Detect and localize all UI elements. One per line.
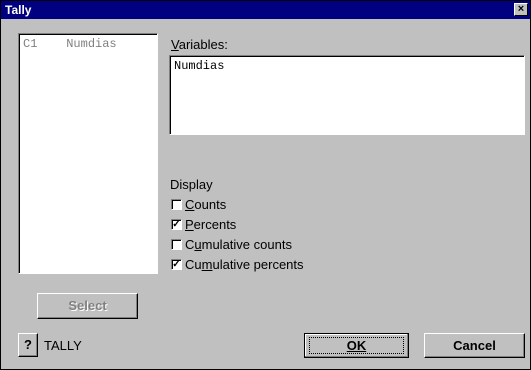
tally-dialog: Tally × C1 Numdias Variables: Numdias Di… bbox=[0, 0, 531, 370]
variables-value: Numdias bbox=[174, 59, 225, 73]
percents-checkbox[interactable]: ✓ bbox=[171, 219, 182, 230]
counts-checkbox[interactable] bbox=[171, 199, 182, 210]
cumulative-counts-option[interactable]: Cumulative counts bbox=[171, 237, 292, 252]
title-bar[interactable]: Tally × bbox=[1, 1, 530, 19]
cumulative-counts-checkbox[interactable] bbox=[171, 239, 182, 250]
list-item[interactable]: C1 Numdias bbox=[23, 37, 117, 51]
help-button[interactable]: ? bbox=[18, 333, 38, 357]
select-button[interactable]: Select bbox=[37, 293, 138, 319]
display-group-label: Display bbox=[170, 177, 213, 192]
close-button[interactable]: × bbox=[514, 3, 528, 16]
column-id: C1 bbox=[23, 37, 38, 51]
command-name: TALLY bbox=[44, 338, 82, 353]
cumulative-percents-label: Cumulative percents bbox=[185, 257, 304, 272]
cancel-button[interactable]: Cancel bbox=[424, 333, 525, 358]
counts-label: Counts bbox=[185, 197, 227, 212]
cumulative-percents-checkbox[interactable]: ✓ bbox=[171, 259, 182, 270]
columns-listbox[interactable]: C1 Numdias bbox=[18, 33, 158, 274]
window-title: Tally bbox=[5, 3, 32, 17]
percents-label: Percents bbox=[185, 217, 237, 232]
percents-option[interactable]: ✓ Percents bbox=[171, 217, 236, 232]
variables-field[interactable]: Numdias bbox=[169, 55, 525, 135]
variables-label: Variables: bbox=[171, 37, 228, 52]
column-name: Numdias bbox=[66, 37, 117, 51]
ok-button[interactable]: OK bbox=[304, 333, 409, 358]
cumulative-percents-option[interactable]: ✓ Cumulative percents bbox=[171, 257, 304, 272]
cumulative-counts-label: Cumulative counts bbox=[185, 237, 292, 252]
counts-option[interactable]: Counts bbox=[171, 197, 226, 212]
focus-rect bbox=[309, 337, 404, 354]
